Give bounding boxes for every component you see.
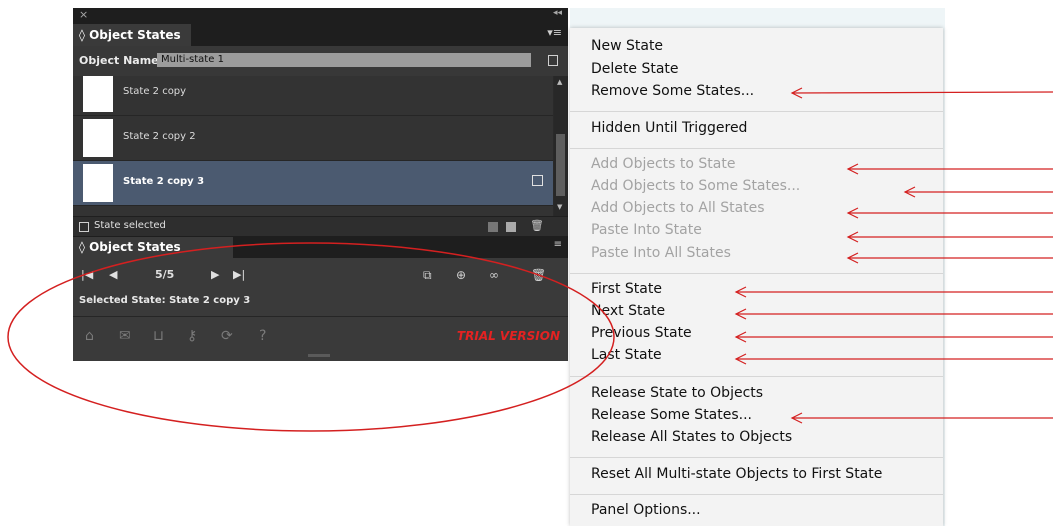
annotation-overlay bbox=[7, 87, 1054, 432]
annotation-ellipse bbox=[7, 242, 615, 432]
annotation-arrow bbox=[791, 91, 1054, 94]
annotation-arrows bbox=[734, 87, 1054, 424]
